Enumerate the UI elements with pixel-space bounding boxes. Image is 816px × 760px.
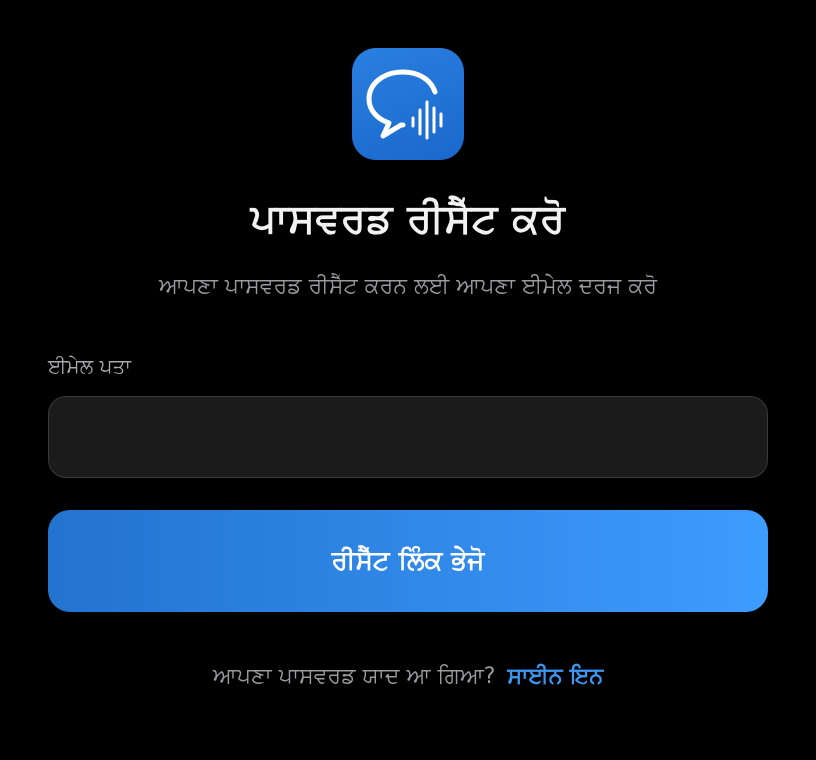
app-logo: [352, 48, 464, 160]
email-label: ਈਮੇਲ ਪਤਾ: [48, 354, 132, 378]
send-reset-link-button[interactable]: ਰੀਸੈੱਟ ਲਿੰਕ ਭੇਜੋ: [48, 510, 768, 612]
signin-prompt: ਆਪਣਾ ਪਾਸਵਰਡ ਯਾਦ ਆ ਗਿਆ? ਸਾਈਨ ਇਨ: [0, 664, 816, 689]
page-title: ਪਾਸਵਰਡ ਰੀਸੈੱਟ ਕਰੋ: [250, 196, 566, 242]
chat-bubble-soundwave-icon: [366, 69, 443, 140]
signin-link[interactable]: ਸਾਈਨ ਇਨ: [507, 664, 603, 689]
page-subtitle: ਆਪਣਾ ਪਾਸਵਰਡ ਰੀਸੈੱਟ ਕਰਨ ਲਈ ਆਪਣਾ ਈਮੇਲ ਦਰਜ …: [159, 274, 657, 299]
email-input[interactable]: [48, 396, 768, 478]
remember-password-text: ਆਪਣਾ ਪਾਸਵਰਡ ਯਾਦ ਆ ਗਿਆ?: [212, 664, 496, 689]
